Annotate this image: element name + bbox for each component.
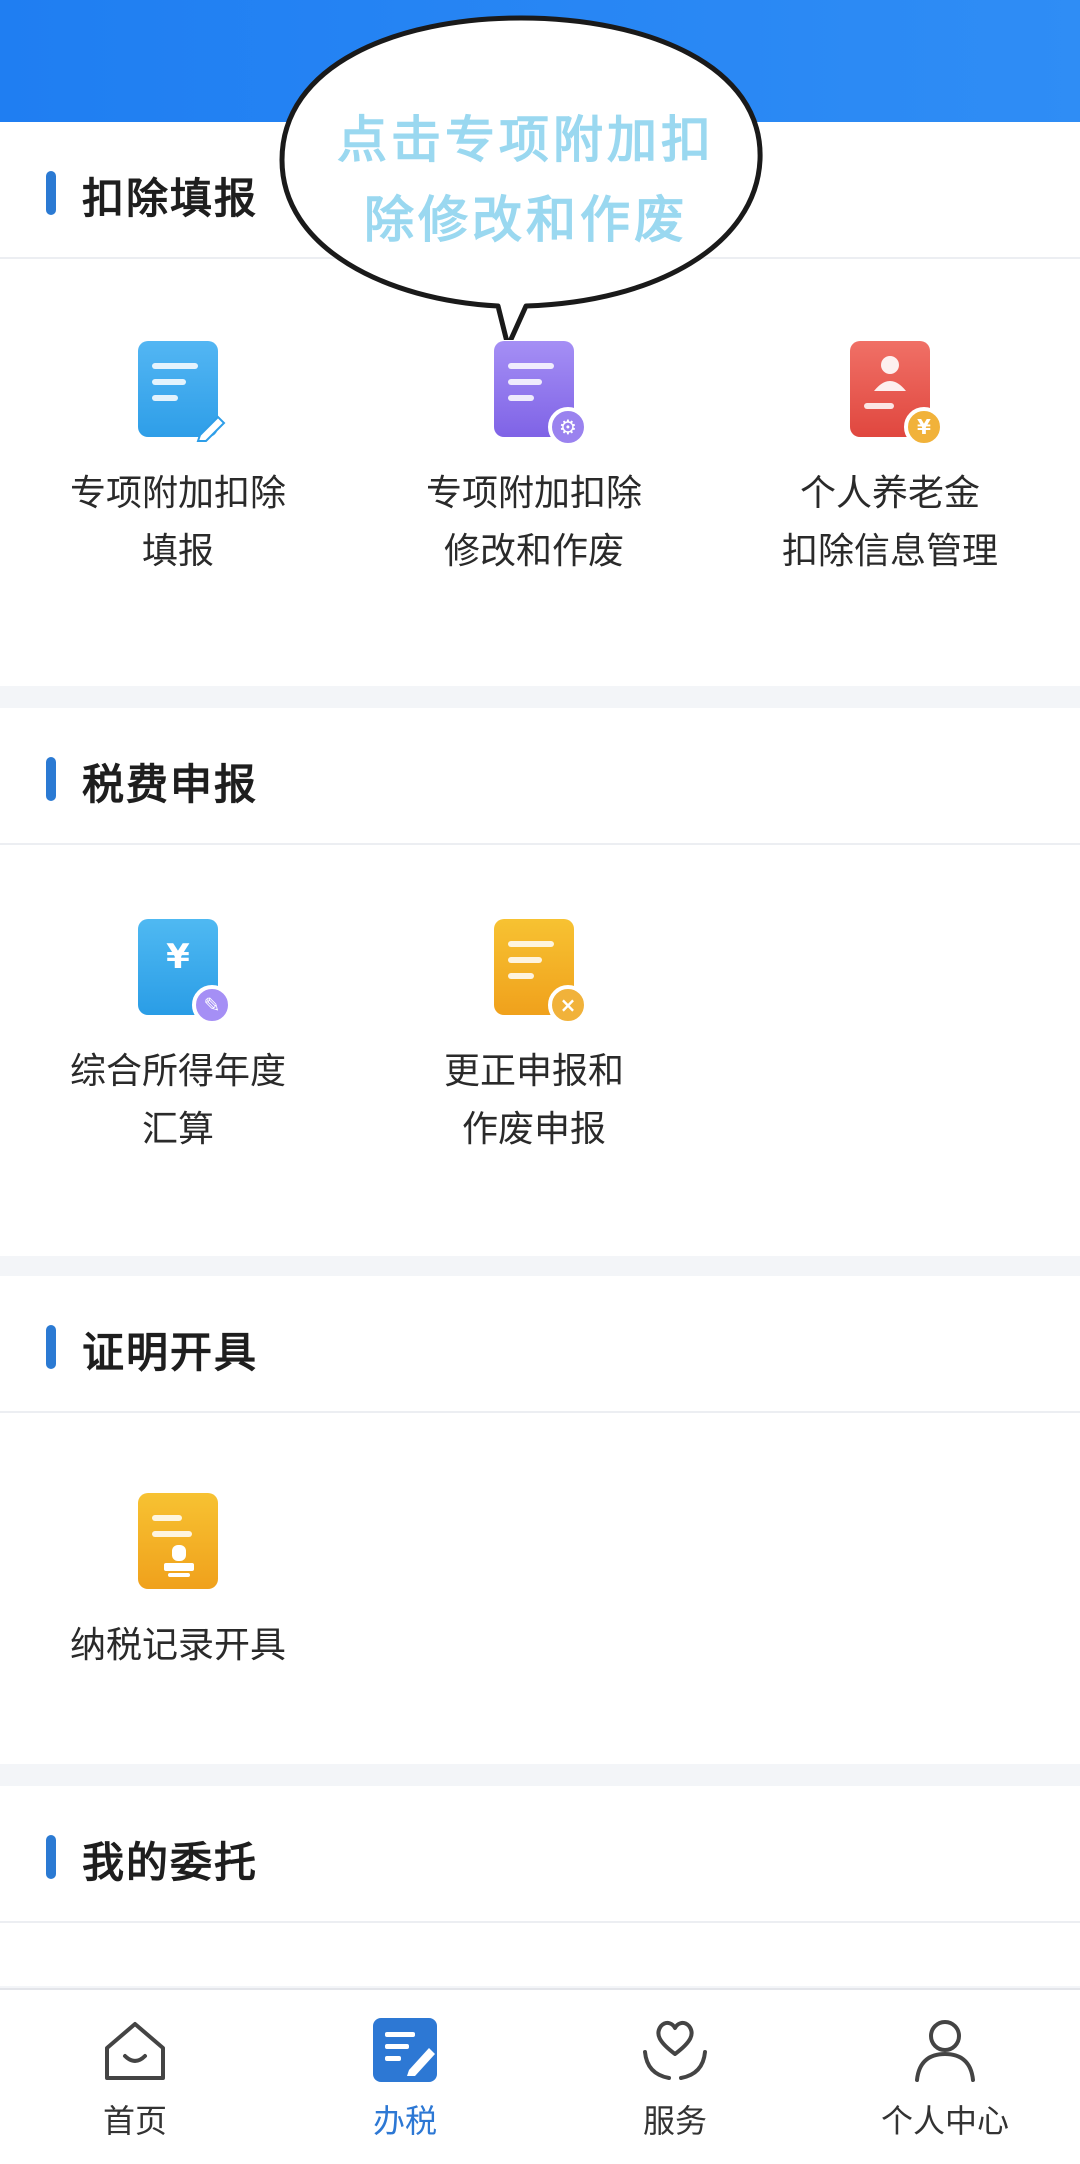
tile-correction-cancel-declaration[interactable]: × 更正申报和 作废申报 — [384, 919, 684, 1159]
section-title: 扣除填报 — [82, 174, 259, 223]
nav-home[interactable]: 首页 — [0, 2014, 270, 2142]
yuan-icon: ¥ — [904, 407, 944, 447]
tile-special-deduction-filing[interactable]: 专项附加扣除 填报 — [28, 341, 328, 581]
tile-label: 专项附加扣除 修改和作废 — [425, 473, 642, 572]
bubble-line-1: 点击专项附加扣 — [337, 111, 715, 169]
section-header: 我的委托 — [0, 1786, 1080, 1923]
gear-icon: ⚙ — [548, 407, 588, 447]
tile-pension-deduction[interactable]: ¥ 个人养老金 扣除信息管理 — [740, 341, 1040, 581]
tile-tax-record[interactable]: 纳税记录开具 — [28, 1493, 328, 1675]
section-accent-bar — [46, 1325, 56, 1369]
section-accent-bar — [46, 757, 56, 801]
bubble-line-2: 除修改和作废 — [364, 191, 688, 249]
section-my-delegation: 我的委托 — [0, 1786, 1080, 1986]
cancel-document-icon: × — [494, 919, 588, 1025]
nav-personal-center[interactable]: 个人中心 — [810, 2014, 1080, 2142]
tile-label: 纳税记录开具 — [69, 1625, 286, 1666]
nav-label: 服务 — [642, 2102, 707, 2140]
section-tax-declaration: 税费申报 ¥ ✎ 综合所得年度 汇算 × 更正申报和 作废申报 — [0, 708, 1080, 1256]
close-icon: × — [548, 985, 588, 1025]
edit-document-icon — [138, 341, 226, 442]
user-icon — [915, 2020, 975, 2082]
section-accent-bar — [46, 1835, 56, 1879]
tile-label: 更正申报和 作废申报 — [443, 1051, 624, 1150]
nav-service[interactable]: 服务 — [540, 2014, 810, 2142]
tile-special-deduction-modify[interactable]: ⚙ 专项附加扣除 修改和作废 — [384, 341, 684, 581]
tile-annual-settlement[interactable]: ¥ ✎ 综合所得年度 汇算 — [28, 919, 328, 1159]
nav-label: 办税 — [372, 2102, 437, 2140]
yuan-symbol: ¥ — [166, 937, 190, 977]
nav-label: 个人中心 — [880, 2102, 1009, 2140]
section-title: 税费申报 — [82, 760, 259, 809]
tile-label: 专项附加扣除 填报 — [69, 473, 286, 572]
home-icon — [105, 2022, 165, 2080]
nav-label: 首页 — [102, 2102, 167, 2140]
bottom-nav: 首页 办税 服务 个人中心 — [0, 1988, 1080, 2164]
nav-tax[interactable]: 办税 — [270, 2014, 540, 2142]
tax-document-icon — [373, 2018, 437, 2082]
settings-document-icon: ⚙ — [494, 341, 588, 447]
speech-bubble-text: 点击专项附加扣 除修改和作废 — [316, 100, 736, 260]
pension-card-icon: ¥ — [850, 341, 944, 447]
pencil-icon: ✎ — [192, 985, 232, 1025]
section-header: 证明开具 — [0, 1276, 1080, 1413]
section-title: 我的委托 — [82, 1838, 259, 1887]
stamp-document-icon — [138, 1493, 218, 1589]
section-certificate: 证明开具 纳税记录开具 — [0, 1276, 1080, 1764]
heart-hands-icon — [643, 2020, 707, 2080]
section-accent-bar — [46, 171, 56, 215]
section-title: 证明开具 — [82, 1328, 259, 1377]
yuan-document-icon: ¥ ✎ — [138, 919, 232, 1025]
section-header: 税费申报 — [0, 708, 1080, 845]
tile-label: 综合所得年度 汇算 — [69, 1051, 286, 1150]
tile-label: 个人养老金 扣除信息管理 — [781, 473, 998, 572]
